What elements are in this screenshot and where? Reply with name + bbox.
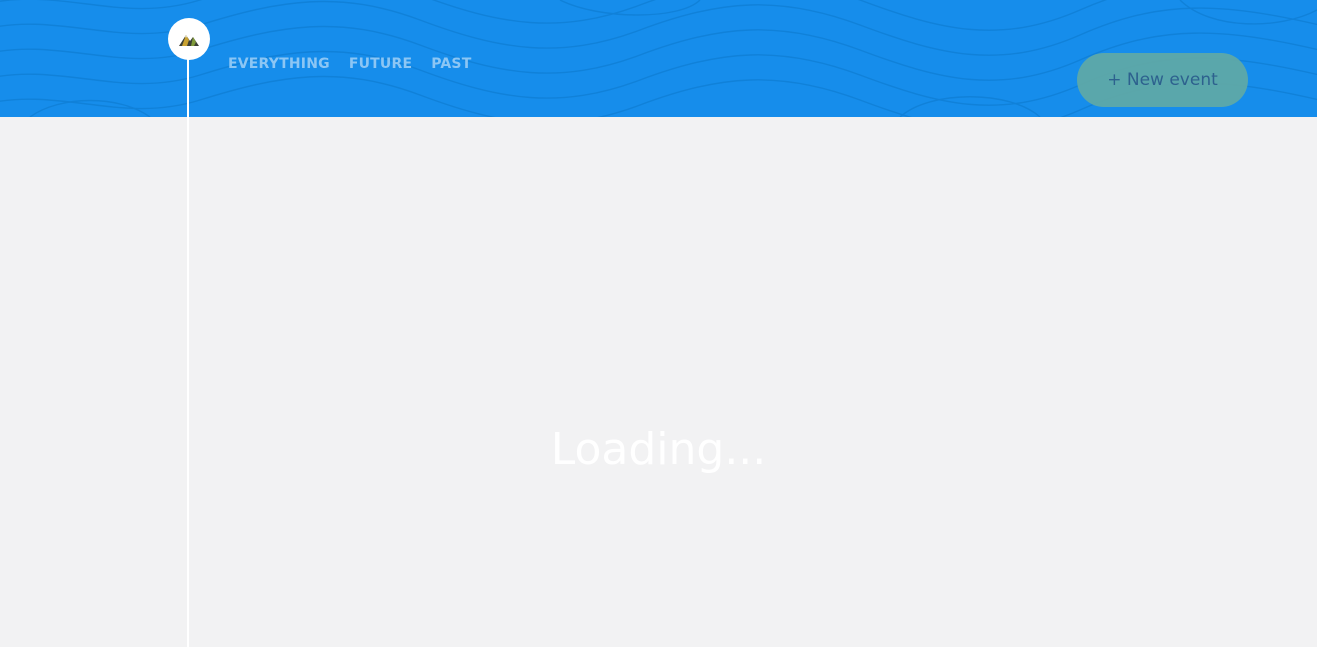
new-event-button[interactable]: + New event — [1077, 53, 1248, 107]
tab-future[interactable]: FUTURE — [349, 55, 412, 73]
tab-past[interactable]: PAST — [431, 55, 471, 73]
tab-everything[interactable]: EVERYTHING — [228, 55, 330, 73]
timeline-line — [187, 58, 189, 647]
mountain-icon — [179, 35, 199, 46]
logo[interactable] — [168, 18, 210, 60]
event-filter-tabs: EVERYTHING FUTURE PAST — [228, 55, 471, 73]
loading-status: Loading... — [550, 424, 767, 475]
header-bar: EVERYTHING FUTURE PAST + New event — [0, 0, 1317, 117]
